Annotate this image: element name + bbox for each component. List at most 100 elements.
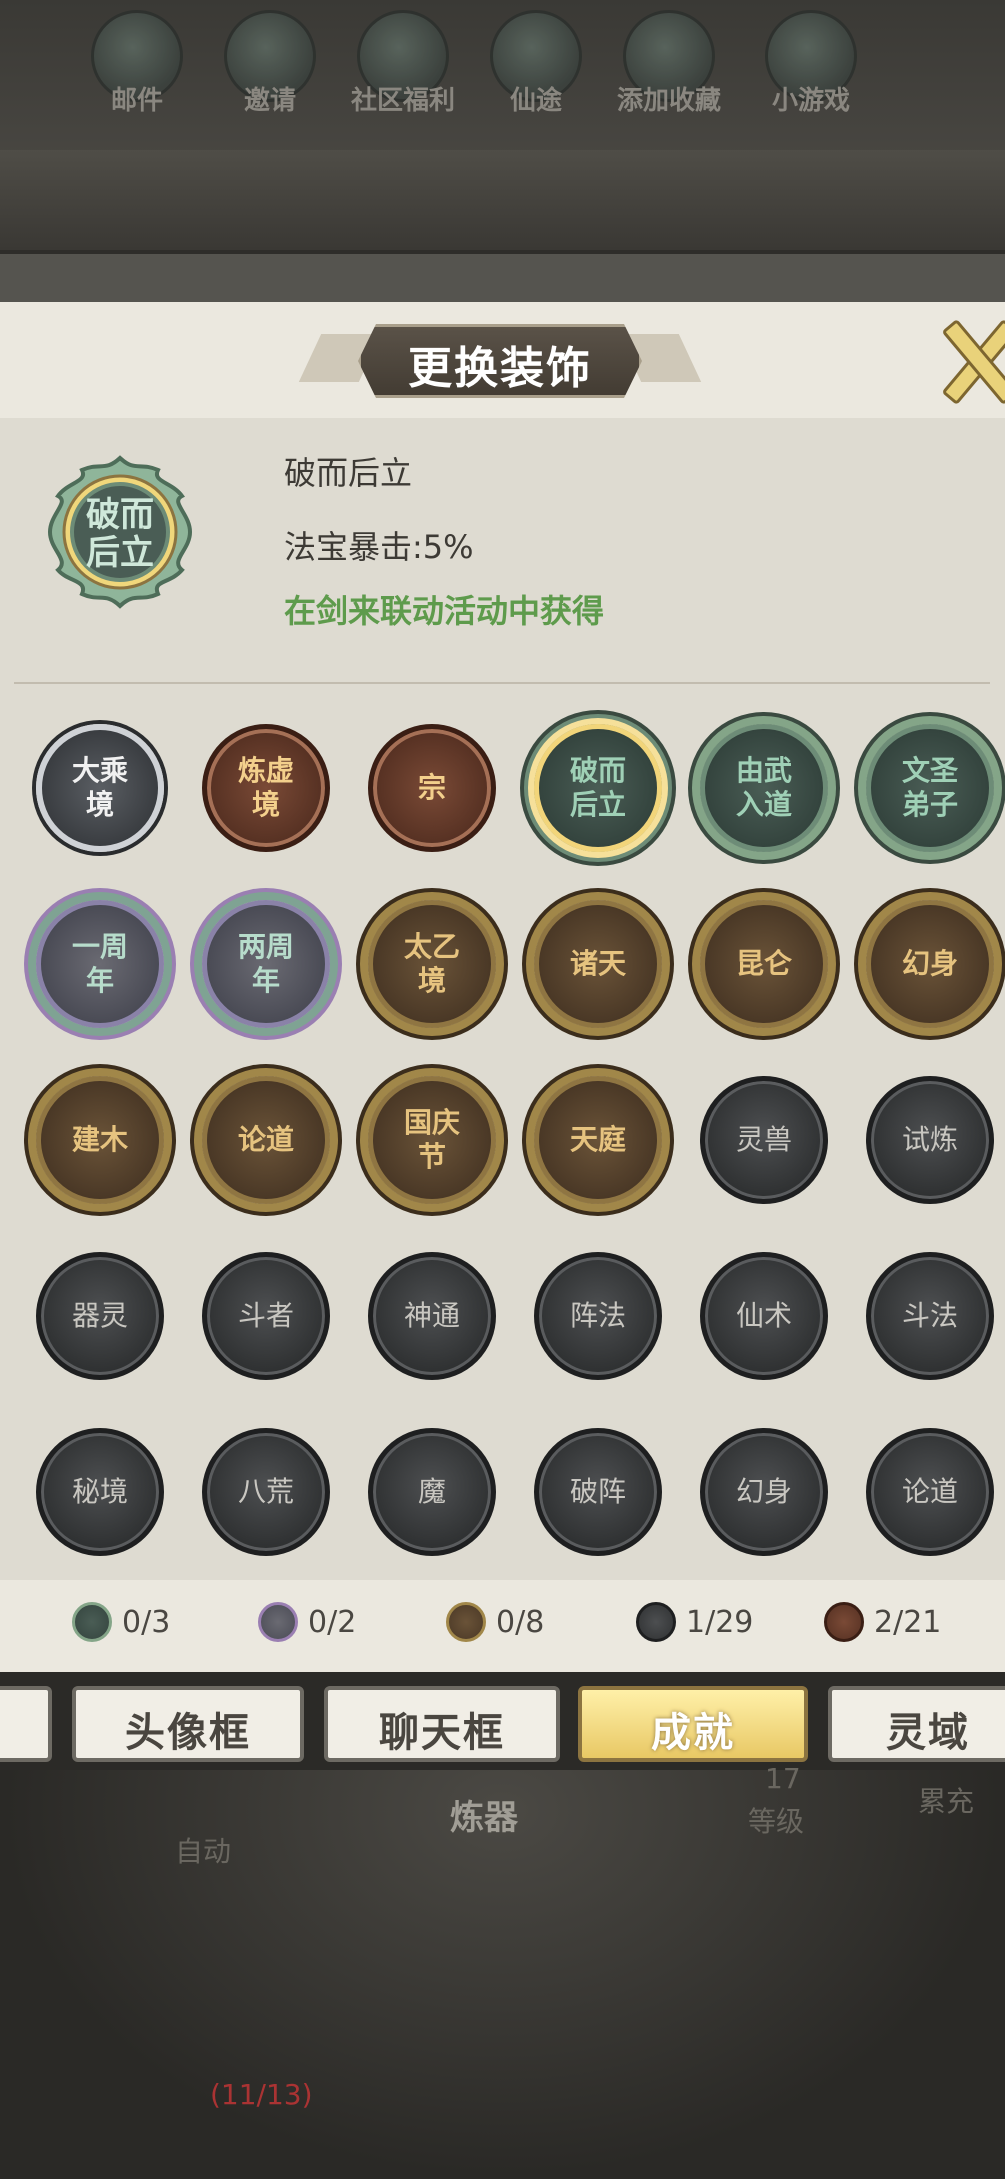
badge-item[interactable]: 国庆节 bbox=[352, 1060, 512, 1220]
badge-gold: 幻身 bbox=[866, 900, 994, 1028]
badge-label: 八荒 bbox=[237, 1475, 294, 1508]
badge-lock: 阵法 bbox=[534, 1252, 662, 1380]
badge-lock: 魔 bbox=[368, 1428, 496, 1556]
lock-badge-icon bbox=[636, 1602, 676, 1642]
counter-jade: 0/3 bbox=[72, 1598, 170, 1646]
badge-lock: 八荒 bbox=[202, 1428, 330, 1556]
level-label: 等级 bbox=[748, 1805, 805, 1838]
holo-badge-icon bbox=[258, 1602, 298, 1642]
decoration-attribute: 法宝暴击:5% bbox=[284, 528, 474, 566]
badge-item[interactable]: 破而后立 bbox=[518, 708, 678, 868]
decoration-tabs: 头像框 聊天框 成就 灵域 bbox=[0, 1680, 1005, 1770]
counter-value: 1/29 bbox=[686, 1604, 754, 1640]
selected-badge-text: 破而后立 bbox=[86, 495, 154, 573]
badge-label: 文圣弟子 bbox=[901, 754, 958, 821]
badge-item[interactable]: 诸天 bbox=[518, 884, 678, 1044]
badge-item[interactable]: 幻身 bbox=[850, 884, 1005, 1044]
badge-item[interactable]: 试炼 bbox=[850, 1060, 1005, 1220]
badge-item[interactable]: 论道 bbox=[186, 1060, 346, 1220]
badge-item[interactable]: 两周年 bbox=[186, 884, 346, 1044]
badge-label: 破而后立 bbox=[569, 754, 626, 821]
badge-gold: 昆仑 bbox=[700, 900, 828, 1028]
tab-chat-frame[interactable]: 聊天框 bbox=[324, 1686, 560, 1762]
badge-label: 一周年 bbox=[71, 930, 128, 997]
badge-item[interactable]: 天庭 bbox=[518, 1060, 678, 1220]
path-button[interactable]: 仙途 bbox=[481, 10, 591, 120]
badge-lock: 秘境 bbox=[36, 1428, 164, 1556]
tab-achievement[interactable]: 成就 bbox=[578, 1686, 808, 1762]
badge-item[interactable]: 灵兽 bbox=[684, 1060, 844, 1220]
badge-gold: 诸天 bbox=[534, 900, 662, 1028]
badge-item[interactable]: 斗者 bbox=[186, 1236, 346, 1396]
tab-spirit-domain[interactable]: 灵域 bbox=[828, 1686, 1005, 1762]
badge-label: 斗者 bbox=[237, 1299, 294, 1332]
badge-label: 宗 bbox=[417, 771, 446, 804]
tier-counters: 0/3 0/2 0/8 1/29 2/21 bbox=[0, 1590, 1005, 1652]
badge-label: 建木 bbox=[71, 1123, 128, 1156]
badge-item[interactable]: 大乘境 bbox=[20, 708, 180, 868]
badge-label: 试炼 bbox=[901, 1123, 958, 1156]
badge-lock: 试炼 bbox=[866, 1076, 994, 1204]
badge-item[interactable]: 破阵 bbox=[518, 1412, 678, 1572]
counter-value: 0/8 bbox=[496, 1604, 545, 1640]
community-label: 社区福利 bbox=[350, 86, 455, 116]
side-text: 累充 bbox=[918, 1785, 975, 1818]
badge-lock: 仙术 bbox=[700, 1252, 828, 1380]
badge-item[interactable]: 幻身 bbox=[684, 1412, 844, 1572]
badge-item[interactable]: 一周年 bbox=[20, 884, 180, 1044]
counter-value: 2/21 bbox=[874, 1604, 942, 1640]
background-strip bbox=[0, 150, 1005, 250]
badge-label: 论道 bbox=[901, 1475, 958, 1508]
badge-item[interactable]: 阵法 bbox=[518, 1236, 678, 1396]
badge-item[interactable]: 斗法 bbox=[850, 1236, 1005, 1396]
badge-lock: 灵兽 bbox=[700, 1076, 828, 1204]
counter-value: 0/2 bbox=[308, 1604, 357, 1640]
dialog-content: 破而后立 破而后立 法宝暴击:5% 在剑来联动活动中获得 大乘境 炼虚境 宗 破而后立… bbox=[0, 418, 1005, 1580]
jade-badge-icon bbox=[72, 1602, 112, 1642]
badge-lock: 幻身 bbox=[700, 1428, 828, 1556]
badge-label: 仙术 bbox=[735, 1299, 792, 1332]
badge-lock: 斗者 bbox=[202, 1252, 330, 1380]
badge-item[interactable]: 论道 bbox=[850, 1412, 1005, 1572]
badge-item[interactable]: 器灵 bbox=[20, 1236, 180, 1396]
badge-label: 神通 bbox=[403, 1299, 460, 1332]
badge-item[interactable]: 文圣弟子 bbox=[850, 708, 1005, 868]
badge-label: 破阵 bbox=[569, 1475, 626, 1508]
badge-item[interactable]: 魔 bbox=[352, 1412, 512, 1572]
badge-lock: 神通 bbox=[368, 1252, 496, 1380]
path-label: 仙途 bbox=[509, 86, 562, 116]
badge-label: 斗法 bbox=[901, 1299, 958, 1332]
badge-label: 器灵 bbox=[71, 1299, 128, 1332]
badge-item[interactable]: 八荒 bbox=[186, 1412, 346, 1572]
badge-label: 炼虚境 bbox=[237, 754, 294, 821]
badge-item[interactable]: 秘境 bbox=[20, 1412, 180, 1572]
level-value: 17 bbox=[765, 1762, 801, 1795]
invite-button[interactable]: 邀请 bbox=[215, 10, 325, 120]
decoration-dialog: 更换装饰 破而后立 破而后立 法宝暴击:5% 在剑来联动活动中获得 大乘境 炼虚境… bbox=[0, 302, 1005, 1672]
tab-avatar-frame[interactable]: 头像框 bbox=[72, 1686, 304, 1762]
badge-item[interactable]: 建木 bbox=[20, 1060, 180, 1220]
badge-item[interactable]: 昆仑 bbox=[684, 884, 844, 1044]
badge-label: 阵法 bbox=[569, 1299, 626, 1332]
community-button[interactable]: 社区福利 bbox=[348, 10, 458, 120]
badge-item[interactable]: 神通 bbox=[352, 1236, 512, 1396]
minigame-button[interactable]: 小游戏 bbox=[756, 10, 866, 120]
badge-jade: 由武入道 bbox=[700, 724, 828, 852]
decoration-source: 在剑来联动活动中获得 bbox=[284, 592, 605, 630]
badge-item[interactable]: 太乙境 bbox=[352, 884, 512, 1044]
badge-item[interactable]: 由武入道 bbox=[684, 708, 844, 868]
mail-button[interactable]: 邮件 bbox=[82, 10, 192, 120]
badge-item[interactable]: 仙术 bbox=[684, 1236, 844, 1396]
minigame-label: 小游戏 bbox=[771, 86, 850, 116]
invite-label: 邀请 bbox=[243, 86, 296, 116]
tab-partial[interactable] bbox=[0, 1686, 52, 1762]
progress-text: (11/13) bbox=[210, 2078, 313, 2111]
badge-item[interactable]: 炼虚境 bbox=[186, 708, 346, 868]
divider bbox=[14, 682, 990, 684]
close-button[interactable] bbox=[940, 318, 1005, 398]
decoration-name: 破而后立 bbox=[284, 454, 413, 492]
counter-holo: 0/2 bbox=[258, 1598, 356, 1646]
badge-label: 国庆节 bbox=[403, 1106, 460, 1173]
badge-item[interactable]: 宗 bbox=[352, 708, 512, 868]
favorite-button[interactable]: 添加收藏 bbox=[614, 10, 724, 120]
